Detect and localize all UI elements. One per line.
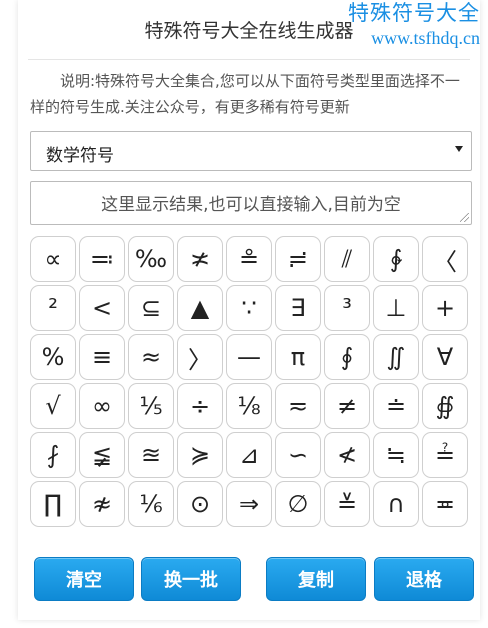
symbol-cell[interactable]: 〉 [177,334,223,380]
symbol-cell[interactable]: < [79,285,125,331]
symbol-cell[interactable]: ⊙ [177,481,223,527]
symbol-cell[interactable]: ⅛ [226,383,272,429]
symbol-cell[interactable]: ² [30,285,76,331]
symbol-cell[interactable]: ≚ [324,481,370,527]
symbol-cell[interactable]: ⨏ [30,432,76,478]
symbol-cell[interactable]: ≮ [324,432,370,478]
symbol-grid: ∝ ≕ ‰ ≭ ≗ ≓ ⫽ ∲ 〈 ² < ⊆ ▲ ∵ ∃ ³ ⊥ +% ≡ ≈ 〉 — π ∮ ∬ ∀ √ ∞ ⅕ ÷ ⅛ ≂ ≠ ≐ ∯ ⨏ ≨ ≊ ≽… [30,236,472,527]
site-watermark: 特殊符号大全 www.tsfhdq.cn [348,0,480,49]
symbol-cell[interactable]: ∏ [30,481,76,527]
symbol-cell[interactable]: ∩ [373,481,419,527]
symbol-cell[interactable]: ∬ [373,334,419,380]
result-textarea[interactable] [31,182,471,224]
symbol-cell[interactable]: ≂ [275,383,321,429]
watermark-url: www.tsfhdq.cn [371,28,480,48]
symbol-cell[interactable]: ≡ [79,334,125,380]
copy-button[interactable]: 复制 [266,557,366,601]
symbol-cell[interactable]: π [275,334,321,380]
symbol-cell[interactable]: ∮ [324,334,370,380]
refresh-button[interactable]: 换一批 [141,557,241,601]
symbol-cell[interactable]: ⊿ [226,432,272,478]
symbol-cell[interactable]: ▲ [177,285,223,331]
symbol-cell[interactable]: ≗ [226,236,272,282]
symbol-cell[interactable]: ∝ [30,236,76,282]
symbol-cell[interactable]: ≈ [128,334,174,380]
category-select[interactable]: 数学符号 [30,131,472,171]
symbol-cell[interactable]: + [422,285,468,331]
symbol-cell[interactable]: ⫽ [324,236,370,282]
symbol-cell[interactable]: ≽ [177,432,223,478]
symbol-cell[interactable]: ∯ [422,383,468,429]
symbol-cell[interactable]: — [226,334,272,380]
symbol-cell[interactable]: ≭ [177,236,223,282]
symbol-cell[interactable]: % [30,334,76,380]
symbol-cell[interactable]: ≠ [324,383,370,429]
chevron-down-icon [455,146,463,152]
symbol-cell[interactable]: ≒ [373,432,419,478]
symbol-cell[interactable]: 〈 [422,236,468,282]
clear-button[interactable]: 清空 [34,557,134,601]
generator-panel: 特殊符号大全在线生成器 说明:特殊符号大全集合,您可以从下面符号类型里面选择不一… [18,0,480,620]
symbol-cell[interactable]: ÷ [177,383,223,429]
symbol-cell[interactable]: ∅ [275,481,321,527]
symbol-cell[interactable]: ⊆ [128,285,174,331]
category-select-value: 数学符号 [46,146,114,166]
resize-handle-icon[interactable] [460,213,469,222]
symbol-cell[interactable]: ∃ [275,285,321,331]
symbol-cell[interactable]: ≖ [422,481,468,527]
backspace-button[interactable]: 退格 [374,557,474,601]
title-divider [28,59,470,60]
symbol-cell[interactable]: ⊥ [373,285,419,331]
symbol-cell[interactable]: ∽ [275,432,321,478]
symbol-cell[interactable]: √ [30,383,76,429]
result-field[interactable] [30,181,472,225]
description-text: 说明:特殊符号大全集合,您可以从下面符号类型里面选择不一样的符号生成.关注公众号… [30,72,460,116]
symbol-cell[interactable]: ≟ [422,432,468,478]
symbol-cell[interactable]: ‰ [128,236,174,282]
symbol-cell[interactable]: ≕ [79,236,125,282]
symbol-cell[interactable]: ⅙ [128,481,174,527]
symbol-cell[interactable]: ≨ [79,432,125,478]
symbol-cell[interactable]: ∲ [373,236,419,282]
symbol-cell[interactable]: ≉ [79,481,125,527]
symbol-cell[interactable]: ∀ [422,334,468,380]
symbol-cell[interactable]: ≓ [275,236,321,282]
symbol-cell[interactable]: ⅕ [128,383,174,429]
symbol-cell[interactable]: ∵ [226,285,272,331]
symbol-cell[interactable]: ⇒ [226,481,272,527]
symbol-cell[interactable]: ∞ [79,383,125,429]
symbol-cell[interactable]: ≊ [128,432,174,478]
symbol-cell[interactable]: ³ [324,285,370,331]
symbol-cell[interactable]: ≐ [373,383,419,429]
watermark-title: 特殊符号大全 [348,1,480,25]
